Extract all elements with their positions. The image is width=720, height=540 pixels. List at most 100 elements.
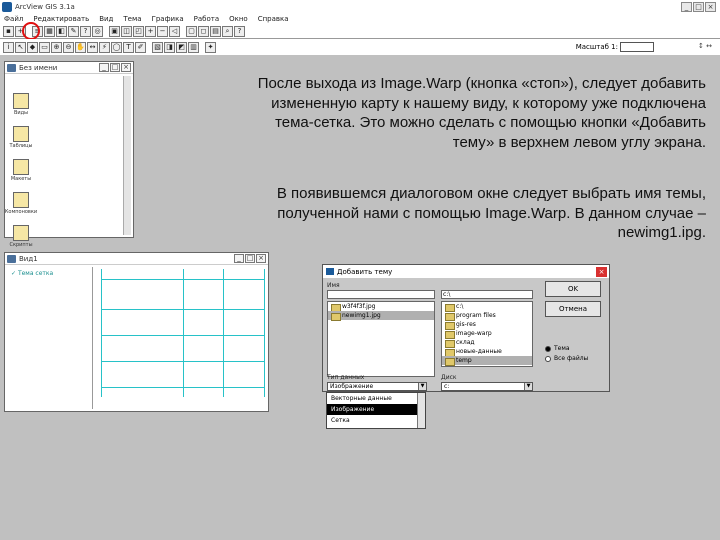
instruction-line: newimg1.ipg. <box>617 224 706 241</box>
zoomout-tool-icon[interactable]: ⊖ <box>63 41 74 53</box>
scripts-icon <box>13 225 29 241</box>
project-scrollbar[interactable] <box>123 76 131 235</box>
menu-tools[interactable]: Работа <box>194 15 219 23</box>
dropdown-option[interactable]: Сетка <box>327 415 425 426</box>
help-icon[interactable]: ? <box>234 26 245 37</box>
menu-graphics[interactable]: Графика <box>152 15 184 23</box>
query-icon[interactable]: ? <box>80 26 91 37</box>
radio-all-label: Все файлы <box>554 355 589 362</box>
coord-readout: ↕ ↔ <box>698 42 712 50</box>
dropdown-scrollbar[interactable] <box>417 393 425 428</box>
file-item[interactable]: newimg1.jpg <box>328 311 434 321</box>
image-icon[interactable]: ◩ <box>176 41 187 53</box>
folder-item[interactable]: program files <box>442 311 532 321</box>
locate-icon[interactable]: ◎ <box>92 26 103 37</box>
maximize-icon[interactable]: □ <box>110 63 120 72</box>
data-type-select[interactable]: Изображение ▼ <box>327 382 427 391</box>
radio-feature[interactable]: Тема <box>545 345 570 352</box>
project-charts-item[interactable]: Макеты <box>8 159 34 189</box>
project-layouts-label: Компоновки <box>4 209 38 215</box>
select-graphic-icon[interactable]: ▤ <box>210 26 221 37</box>
hotlink-icon[interactable]: ⚡ <box>99 41 110 53</box>
text-icon[interactable]: T <box>123 41 134 53</box>
minimize-icon[interactable]: _ <box>681 1 692 12</box>
zoom-full-icon[interactable]: ▣ <box>109 26 120 37</box>
chevron-down-icon[interactable]: ▼ <box>524 383 532 390</box>
menu-file[interactable]: Файл <box>4 15 23 23</box>
drive-select[interactable]: c: ▼ <box>441 382 533 391</box>
save-icon[interactable]: ▪ <box>3 26 14 37</box>
legend-theme-name[interactable]: Тема сетка <box>18 270 53 277</box>
close-icon[interactable]: × <box>705 1 716 12</box>
dropdown-option[interactable]: Векторные данные <box>327 393 425 404</box>
legend-checkbox-icon[interactable]: ✓ <box>11 270 16 277</box>
folder-item[interactable]: новые-данные <box>442 347 532 357</box>
select-icon[interactable]: ▭ <box>39 41 50 53</box>
project-window-title[interactable]: Без имени _ □ × <box>5 62 133 74</box>
menu-help[interactable]: Справка <box>258 15 289 23</box>
menu-view[interactable]: Вид <box>99 15 113 23</box>
menu-window[interactable]: Окно <box>229 15 248 23</box>
find-icon[interactable]: ⌕ <box>222 26 233 37</box>
project-views-label: Виды <box>13 110 29 116</box>
zoom-out-icon[interactable]: − <box>157 26 168 37</box>
vertex-icon[interactable]: ◆ <box>27 41 38 53</box>
folder-item[interactable]: temp <box>442 356 532 366</box>
scale-input[interactable] <box>620 42 654 52</box>
pointer-icon[interactable]: ↖ <box>15 41 26 53</box>
project-layouts-item[interactable]: Компоновки <box>4 192 38 222</box>
folder-item[interactable]: image-warp <box>442 329 532 339</box>
view-window-title[interactable]: Вид1 _ □ × <box>5 253 268 265</box>
zoom-select-icon[interactable]: ◰ <box>133 26 144 37</box>
minimize-icon[interactable]: _ <box>99 63 109 72</box>
table-icon[interactable]: ▦ <box>44 26 55 37</box>
project-scripts-item[interactable]: Скрипты <box>8 225 34 255</box>
radio-on-icon <box>545 345 551 352</box>
draw-icon[interactable]: ✐ <box>135 41 146 53</box>
file-name-input[interactable] <box>327 290 435 299</box>
project-views-item[interactable]: Виды <box>8 93 34 123</box>
main-toolbar: ▪ + ≡ ▦ ◧ ✎ ? ◎ ▣ ◫ ◰ + − ◁ ▢ ◻ ▤ ⌕ ? <box>0 25 720 39</box>
zoom-prev-icon[interactable]: ◁ <box>169 26 180 37</box>
grid-theme-display[interactable] <box>101 269 265 397</box>
zoom-theme-icon[interactable]: ◫ <box>121 26 132 37</box>
dropdown-option[interactable]: Изображение <box>327 404 425 415</box>
maximize-icon[interactable]: □ <box>693 1 704 12</box>
close-icon[interactable]: × <box>596 266 607 277</box>
identify-icon[interactable]: i <box>3 41 14 53</box>
mouse-icon[interactable]: ◨ <box>164 41 175 53</box>
folder-item[interactable]: c:\ <box>442 302 532 312</box>
snap-icon[interactable]: ▧ <box>152 41 163 53</box>
edit-icon[interactable]: ✎ <box>68 26 79 37</box>
book-icon[interactable]: ▥ <box>188 41 199 53</box>
menu-theme[interactable]: Тема <box>123 15 141 23</box>
zoom-tool-icon[interactable]: ⊕ <box>51 41 62 53</box>
folder-item[interactable]: склад <box>442 338 532 348</box>
radio-all-files[interactable]: Все файлы <box>545 355 588 362</box>
measure-icon[interactable]: ↔ <box>87 41 98 53</box>
folder-item[interactable]: gis-res <box>442 320 532 330</box>
instruction-paragraph-2: В появившемся диалоговом окне следует вы… <box>166 184 706 243</box>
project-scripts-label: Скрипты <box>9 242 33 248</box>
pan-icon[interactable]: ✋ <box>75 41 86 53</box>
legend-icon[interactable]: ◧ <box>56 26 67 37</box>
area-icon[interactable]: ◯ <box>111 41 122 53</box>
project-tables-item[interactable]: Таблицы <box>8 126 34 156</box>
clear-select-icon[interactable]: ◻ <box>198 26 209 37</box>
select-feature-icon[interactable]: ▢ <box>186 26 197 37</box>
data-type-label: Тип данных <box>327 374 365 381</box>
chevron-down-icon[interactable]: ▼ <box>418 383 426 390</box>
minimize-icon[interactable]: _ <box>234 254 244 263</box>
close-icon[interactable]: × <box>121 63 131 72</box>
file-item[interactable]: w3f4f3f.jpg <box>328 302 434 312</box>
zoom-in-icon[interactable]: + <box>145 26 156 37</box>
cancel-button[interactable]: Отмена <box>545 301 601 317</box>
ok-button[interactable]: OK <box>545 281 601 297</box>
close-icon[interactable]: × <box>256 254 266 263</box>
radio-feature-label: Тема <box>554 345 570 352</box>
view-icon <box>7 255 16 263</box>
pin-icon[interactable]: ✦ <box>205 41 216 53</box>
maximize-icon[interactable]: □ <box>245 254 255 263</box>
menu-edit[interactable]: Редактировать <box>33 15 89 23</box>
dialog-titlebar[interactable]: Добавить тему × <box>323 265 609 278</box>
